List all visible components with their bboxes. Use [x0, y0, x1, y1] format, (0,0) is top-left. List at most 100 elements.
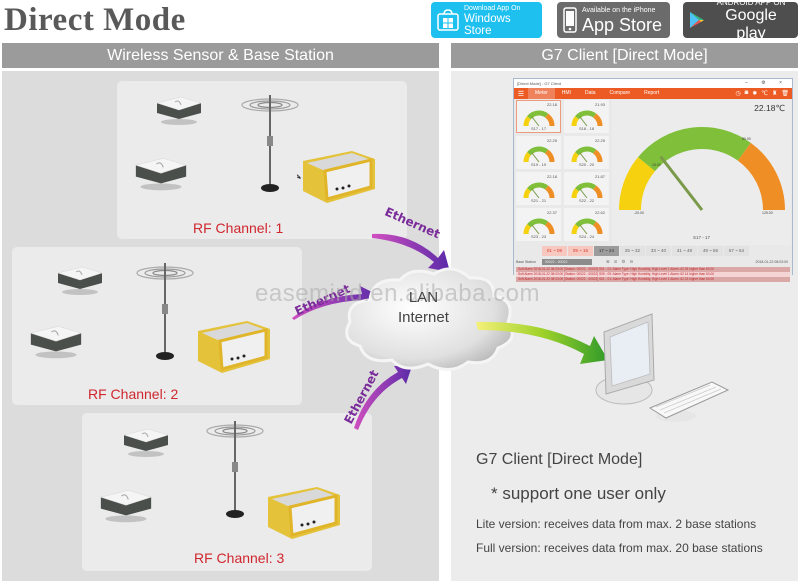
sensor-icon — [134, 157, 188, 191]
windows-icon — [437, 9, 459, 31]
gauge-needle — [579, 224, 588, 235]
base-station-toolbar: Base Station 00022 - 00022 ⊗ ⊘ ⚙ ⊖ 2018-… — [516, 258, 790, 266]
close-circle-icon[interactable]: ⊗ — [606, 259, 610, 265]
trash-icon[interactable]: 🗑 — [781, 90, 789, 97]
mini-gauge-label: S20 - 20 — [578, 162, 595, 167]
sensor-icon — [156, 96, 202, 125]
computer-icon — [595, 313, 730, 422]
mini-gauge-label: S24 - 24 — [578, 234, 595, 239]
gauge-high-band — [592, 113, 603, 127]
rf-channel-3-box: RF Channel: 3 — [82, 413, 372, 571]
menu-data[interactable]: Data — [578, 88, 603, 99]
app-body: 22.18 S17 - 17 21.93 S18 - 18 22.25 S19 - 19 2… — [514, 99, 792, 282]
gauge-high-band — [592, 221, 603, 235]
mini-gauge-card[interactable]: 21.93 S18 - 18 — [564, 100, 609, 133]
base-station-icon — [268, 487, 340, 539]
minus-circle-icon[interactable]: ⊖ — [629, 259, 633, 265]
rf-channel-1-box: RF Channel: 1 — [117, 81, 407, 239]
gauge-low-band — [523, 188, 532, 199]
gauge-low-band — [523, 116, 532, 127]
google-play-icon — [690, 12, 704, 28]
gauge-low-band — [523, 224, 532, 235]
page-button[interactable]: 17 ~ 24 — [594, 246, 619, 256]
gauge-high-band — [544, 221, 555, 235]
mini-gauge-card[interactable]: 22.62 S24 - 24 — [564, 208, 609, 241]
mini-gauge-label: S22 - 22 — [578, 198, 595, 203]
gauge-low-band — [523, 152, 532, 163]
gauge-needle — [531, 188, 540, 199]
gauge-high-band — [592, 149, 603, 163]
mini-gauge — [571, 218, 603, 235]
badge-small-text: Download App On — [464, 4, 521, 12]
menu-report[interactable]: Report — [637, 88, 666, 99]
menu-meter[interactable]: Meter — [528, 88, 555, 99]
menu-compare[interactable]: Compare — [603, 88, 638, 99]
antenna-icon — [136, 263, 194, 360]
base-station-select[interactable]: 00022 - 00022 — [541, 259, 592, 265]
mini-gauge-card[interactable]: 21.87 S22 - 22 — [564, 172, 609, 205]
clock-icon[interactable]: ◷ — [735, 90, 740, 97]
sensor-icon — [123, 428, 169, 457]
g7-client-window: [Direct Mode] - G7 Client – ⚙ × ☰ Meter … — [513, 78, 793, 282]
main-gauge-panel: 22.18℃ -20.00 125.00 15.00 80.00 S17 - 17 — [612, 100, 791, 245]
link-icon[interactable]: ⊘ — [614, 259, 618, 265]
gauge-needle — [531, 224, 540, 235]
gauge-high-band — [592, 185, 603, 199]
rf-channel-label: RF Channel: 3 — [194, 550, 285, 566]
mini-gauge-card[interactable]: 22.18 S21 - 21 — [516, 172, 561, 205]
camera-icon[interactable]: ◙ — [745, 90, 749, 97]
badge-small-text: Available on the iPhone — [582, 6, 656, 14]
left-section-header: Wireless Sensor & Base Station — [2, 43, 439, 68]
sun-icon[interactable]: ✹ — [752, 90, 757, 97]
badge-large-text: App Store — [582, 14, 663, 35]
badge-large-text: Google play — [725, 6, 777, 42]
mini-gauge-card[interactable]: 22.37 S23 - 23 — [516, 208, 561, 241]
mini-gauge — [523, 146, 555, 163]
celsius-icon[interactable]: ℃ — [761, 90, 768, 97]
page-button[interactable]: 49 ~ 56 — [698, 246, 723, 256]
menu-hmi[interactable]: HMI — [555, 88, 578, 99]
page-button[interactable]: 57 ~ 64 — [724, 246, 749, 256]
alarm-list: Soft Alarm 2018-01-22 08:03:00 [Station:… — [516, 267, 790, 282]
toolbar-icons: ⊗ ⊘ ⚙ ⊖ — [606, 259, 633, 265]
window-title: [Direct Mode] - G7 Client — [517, 81, 562, 86]
main-gauge: -20.00 125.00 15.00 80.00 — [619, 127, 785, 215]
iphone-icon — [563, 7, 577, 33]
gauge-needle — [579, 152, 588, 163]
base-station-icon — [297, 151, 375, 203]
cloud-line-lan: LAN — [408, 289, 439, 306]
gauge-normal-band — [638, 127, 751, 172]
page-button[interactable]: 01 ~ 08 — [542, 246, 567, 256]
hamburger-icon[interactable]: ☰ — [514, 90, 528, 98]
badge-small-text: ANDROID APP ON — [716, 0, 786, 7]
mini-gauge-card[interactable]: 22.25 S19 - 19 — [516, 136, 561, 169]
gauge-tick-min: -20.00 — [634, 211, 644, 215]
settings-icon[interactable]: ⚙ — [621, 259, 625, 265]
sensor-icon — [29, 325, 83, 359]
info-full-version: Full version: receives data from max. 20… — [476, 541, 763, 555]
mini-gauge-card[interactable]: 22.25 S20 - 20 — [564, 136, 609, 169]
rf-channel-2-box: RF Channel: 2 — [12, 247, 302, 405]
gauge-high-band — [544, 185, 555, 199]
window-controls[interactable]: – ⚙ × — [745, 79, 788, 88]
page-button[interactable]: 09 ~ 16 — [568, 246, 593, 256]
cloud-label: LAN Internet — [398, 288, 449, 328]
mini-gauge-label: S19 - 19 — [530, 162, 547, 167]
gauge-needle — [579, 188, 588, 199]
page-title: Direct Mode — [4, 2, 186, 38]
windows-store-badge[interactable]: Download App On Windows Store — [431, 2, 542, 38]
mini-gauge-card[interactable]: 22.18 S17 - 17 — [516, 100, 561, 133]
right-section-header: G7 Client [Direct Mode] — [451, 43, 798, 68]
mini-gauge-grid: 22.18 S17 - 17 21.93 S18 - 18 22.25 S19 - 19 2… — [516, 100, 609, 241]
page-button[interactable]: 33 ~ 40 — [646, 246, 671, 256]
alarm-icon[interactable]: ♜ — [772, 90, 777, 97]
gauge-tick-low: 15.00 — [652, 163, 661, 167]
info-note: * support one user only — [491, 484, 666, 503]
menu-icons: ◷ ◙ ✹ ℃ ♜ 🗑 — [735, 90, 792, 97]
alarm-row[interactable]: Soft Alarm 2018-01-22 08:03:00 [Station:… — [516, 277, 790, 282]
page-button[interactable]: 41 ~ 48 — [672, 246, 697, 256]
google-play-badge[interactable]: ANDROID APP ON Google play — [683, 0, 798, 42]
page-button[interactable]: 25 ~ 32 — [620, 246, 645, 256]
app-store-badge[interactable]: Available on the iPhone App Store — [557, 2, 670, 38]
gauge-low-band — [571, 188, 580, 199]
